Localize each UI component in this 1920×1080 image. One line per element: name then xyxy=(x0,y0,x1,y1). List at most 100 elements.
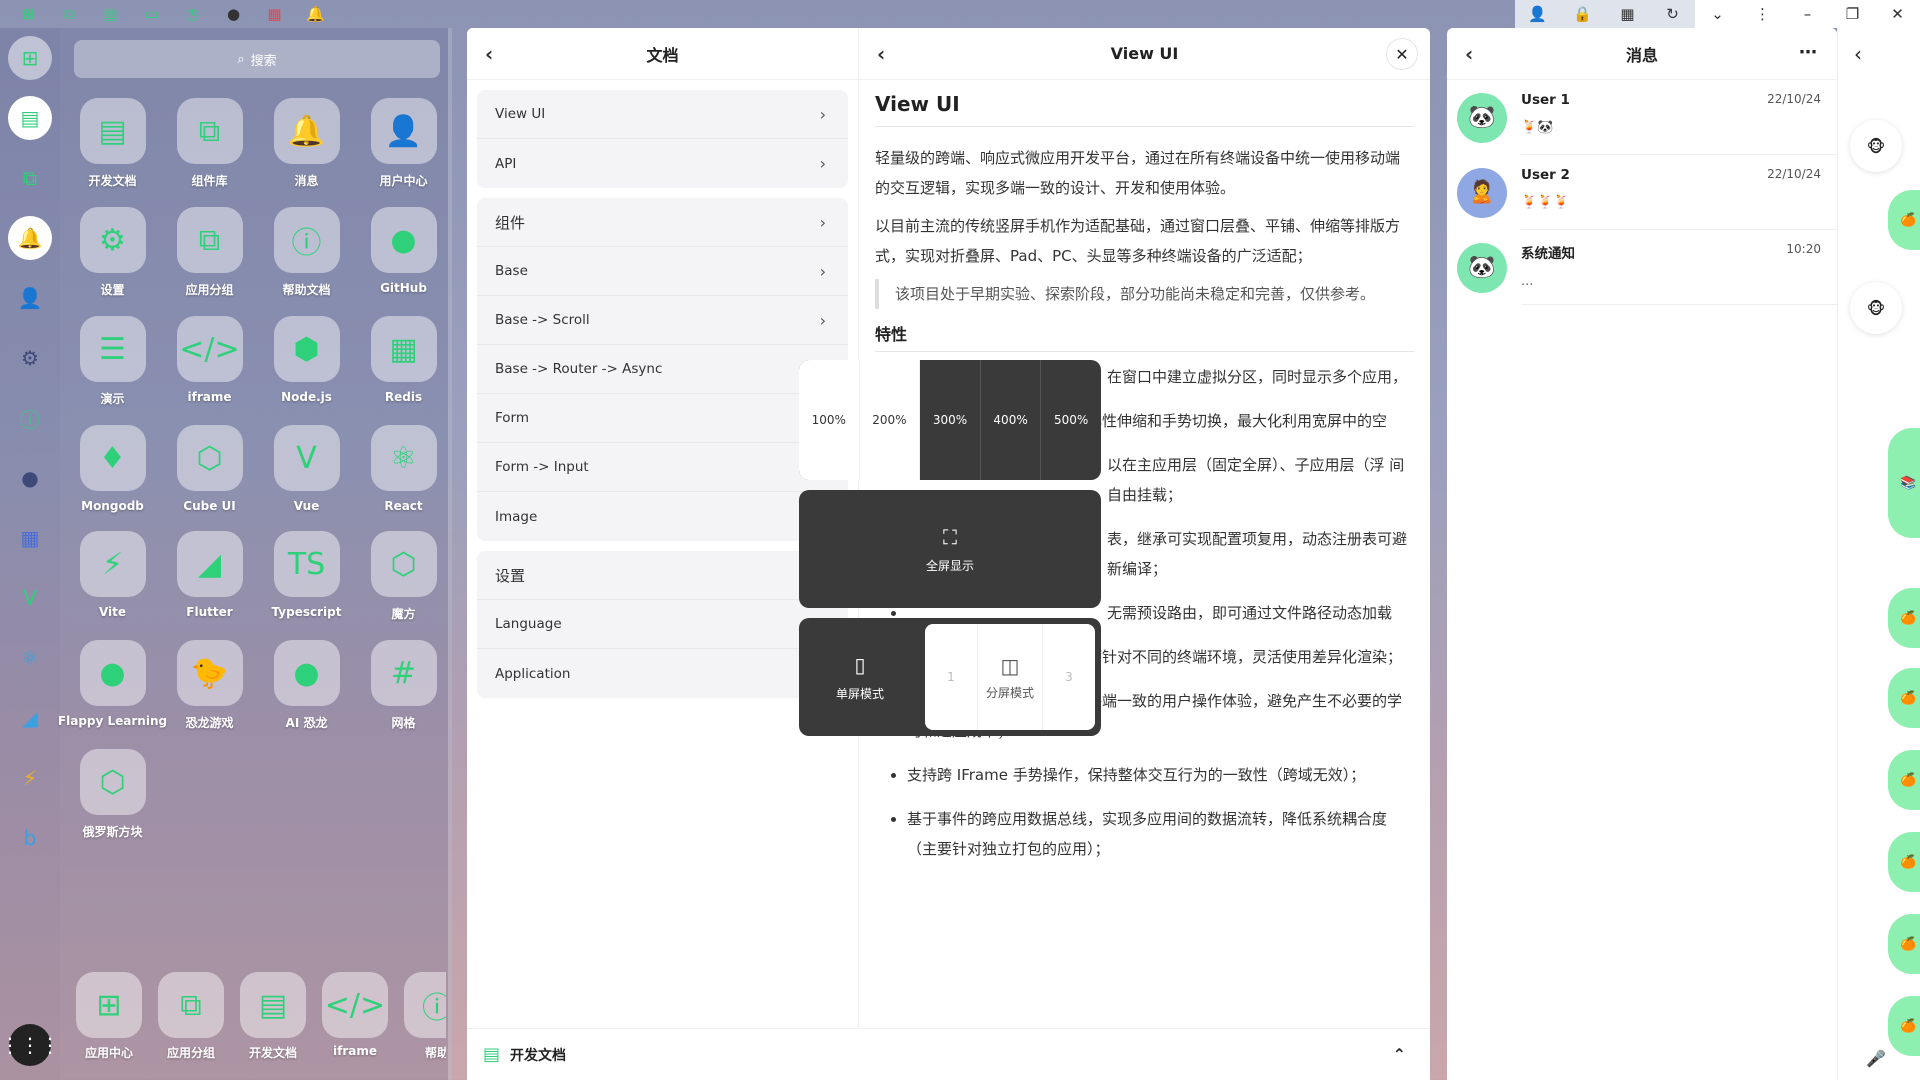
split-screen-button[interactable]: ◫ 分屏模式 xyxy=(977,624,1043,730)
app-tile[interactable]: 🐤 恐龙游戏 xyxy=(161,640,258,731)
dock-github-icon[interactable]: ● xyxy=(8,456,52,500)
app-tile[interactable]: ● Flappy Learning xyxy=(58,640,167,731)
app-tile[interactable]: ⚡ Vite xyxy=(64,531,161,622)
more-icon[interactable]: ⋯ xyxy=(1799,42,1817,63)
dock-copy-icon[interactable]: ⧉ xyxy=(8,156,52,200)
app-tile[interactable]: ⚙ 设置 xyxy=(64,207,161,298)
app-tile[interactable]: ⬡ 魔方 xyxy=(355,531,452,622)
dock-grid-icon[interactable]: ▦ xyxy=(8,516,52,560)
nav-item-base-router-async[interactable]: Base -> Router -> Async xyxy=(477,345,848,394)
minimize-icon[interactable]: – xyxy=(1785,0,1830,28)
dock-react-icon[interactable]: ⚛ xyxy=(8,636,52,680)
dock-vite-icon[interactable]: ⚡ xyxy=(8,756,52,800)
zoom-option[interactable]: 400% xyxy=(981,360,1042,480)
app-tile[interactable]: 🔔 消息 xyxy=(258,98,355,189)
grid-icon[interactable]: ▦ xyxy=(254,0,295,28)
back-icon[interactable]: ‹ xyxy=(485,42,493,66)
app-tile[interactable]: V Vue xyxy=(258,425,355,513)
dockbar-app[interactable]: ⊞ 应用中心 xyxy=(76,972,142,1070)
user-icon[interactable]: 👤 xyxy=(1515,0,1560,28)
zoom-option[interactable]: 200% xyxy=(859,360,921,480)
chevron-down-icon[interactable]: ⌄ xyxy=(1695,0,1740,28)
doc-icon[interactable]: ▤ xyxy=(90,0,131,28)
copy-icon[interactable]: ⧉ xyxy=(49,0,90,28)
nav-group-components[interactable]: 组件 › xyxy=(477,198,848,247)
window-icon[interactable]: ▭ xyxy=(131,0,172,28)
more-vertical-icon[interactable]: ⋮ xyxy=(1740,0,1785,28)
zoom-option[interactable]: 100% xyxy=(799,360,860,480)
nav-item-view-ui[interactable]: View UI › xyxy=(477,90,848,139)
split-ratio-left[interactable]: 1 xyxy=(925,670,977,684)
message-item[interactable]: 🙎 User 2 🍹🍹🍹 22/10/24 xyxy=(1447,155,1837,230)
app-tile[interactable]: ⧉ 组件库 xyxy=(161,98,258,189)
zoom-option[interactable]: 300% xyxy=(920,360,981,480)
app-tile[interactable]: ◢ Flutter xyxy=(161,531,258,622)
message-item[interactable]: 🐼 系统通知 ... 10:20 xyxy=(1447,230,1837,305)
dockbar-app[interactable]: ⓘ 帮助 xyxy=(404,972,446,1070)
app-tile[interactable]: # 网格 xyxy=(355,640,452,731)
zoom-option[interactable]: 500% xyxy=(1041,360,1101,480)
refresh-icon[interactable]: ↻ xyxy=(1650,0,1695,28)
apps-icon[interactable]: ⊞ xyxy=(8,0,49,28)
messages-window: ‹ 消息 ⋯ 🐼 User 1 🍹🐼 22/10/24 🙎 User 2 🍹🍹🍹… xyxy=(1447,28,1837,1080)
nav-item-language[interactable]: Language xyxy=(477,600,848,649)
dockbar-app[interactable]: ▤ 开发文档 xyxy=(240,972,306,1070)
dock-apps-icon[interactable]: ⊞ xyxy=(8,36,52,80)
restore-icon[interactable]: ❐ xyxy=(1830,0,1875,28)
nav-item-form-input[interactable]: Form -> Input xyxy=(477,443,848,492)
app-tile[interactable]: </> iframe xyxy=(161,316,258,407)
window-footer[interactable]: ▤ 开发文档 ⌃ xyxy=(467,1028,1430,1080)
app-tile[interactable]: ⬢ Node.js xyxy=(258,316,355,407)
close-icon[interactable]: ✕ xyxy=(1875,0,1920,28)
launcher-grid-icon[interactable]: ⋮⋮⋮ xyxy=(0,1024,60,1066)
app-tile[interactable]: TS Typescript xyxy=(258,531,355,622)
dock-flutter-icon[interactable]: ◢ xyxy=(8,696,52,740)
back-icon[interactable]: ‹ xyxy=(1854,42,1862,66)
single-screen-button[interactable]: ▯ 单屏模式 xyxy=(799,618,921,736)
app-tile[interactable]: ● GitHub xyxy=(355,207,452,298)
app-tile[interactable]: ⚛ React xyxy=(355,425,452,513)
app-tile[interactable]: ● AI 恐龙 xyxy=(258,640,355,731)
app-tile[interactable]: ▦ Redis xyxy=(355,316,452,407)
nav-item-base[interactable]: Base › xyxy=(477,247,848,296)
bell-icon[interactable]: 🔔 xyxy=(295,0,336,28)
dock-user-icon[interactable]: 👤 xyxy=(8,276,52,320)
nav-item-base-scroll[interactable]: Base -> Scroll › xyxy=(477,296,848,345)
message-item[interactable]: 🐼 User 1 🍹🐼 22/10/24 xyxy=(1447,80,1837,155)
dock-vue-icon[interactable]: V xyxy=(8,576,52,620)
feature-item: 支持跨 IFrame 手势操作，保持整体交互行为的一致性（跨域无效）； xyxy=(907,760,1414,790)
clock-icon[interactable]: ◷ xyxy=(172,0,213,28)
nav-item-image[interactable]: Image xyxy=(477,492,848,541)
app-tile[interactable]: ⓘ 帮助文档 xyxy=(258,207,355,298)
search-input[interactable]: ⌕ 搜索 xyxy=(74,40,440,78)
back-icon[interactable]: ‹ xyxy=(1465,42,1473,66)
qr-icon[interactable]: ▦ xyxy=(1605,0,1650,28)
nav-item-application[interactable]: Application xyxy=(477,649,848,698)
dock-info-icon[interactable]: ⓘ xyxy=(8,396,52,440)
dock-doc-icon[interactable]: ▤ xyxy=(8,96,52,140)
close-icon[interactable]: ✕ xyxy=(1386,38,1418,70)
nav-item-label: Base -> Router -> Async xyxy=(495,361,663,377)
app-tile[interactable]: 👤 用户中心 xyxy=(355,98,452,189)
dock-gear-icon[interactable]: ⚙ xyxy=(8,336,52,380)
microphone-icon[interactable]: 🎤 xyxy=(1866,1049,1886,1068)
chevron-up-icon[interactable]: ⌃ xyxy=(1393,1045,1406,1064)
app-tile[interactable]: ☰ 演示 xyxy=(64,316,161,407)
nav-group-settings[interactable]: 设置 xyxy=(477,551,848,600)
fullscreen-button[interactable]: ⛶ 全屏显示 xyxy=(799,490,1101,608)
lock-icon[interactable]: 🔒 xyxy=(1560,0,1605,28)
nav-item-api[interactable]: API › xyxy=(477,139,848,188)
app-tile[interactable]: ♦ Mongodb xyxy=(64,425,161,513)
dock-bell-icon[interactable]: 🔔 xyxy=(8,216,52,260)
dockbar-app[interactable]: </> iframe xyxy=(322,972,388,1070)
dock-bing-icon[interactable]: b xyxy=(8,816,52,860)
back-icon[interactable]: ‹ xyxy=(877,42,885,66)
split-ratio-right[interactable]: 3 xyxy=(1043,670,1095,684)
app-tile[interactable]: ⧉ 应用分组 xyxy=(161,207,258,298)
app-tile[interactable]: ⬡ Cube UI xyxy=(161,425,258,513)
nav-item-form[interactable]: Form xyxy=(477,394,848,443)
github-icon[interactable]: ● xyxy=(213,0,254,28)
dockbar-app[interactable]: ⧉ 应用分组 xyxy=(158,972,224,1070)
app-tile[interactable]: ▤ 开发文档 xyxy=(64,98,161,189)
app-tile[interactable]: ⬡ 俄罗斯方块 xyxy=(64,749,161,840)
